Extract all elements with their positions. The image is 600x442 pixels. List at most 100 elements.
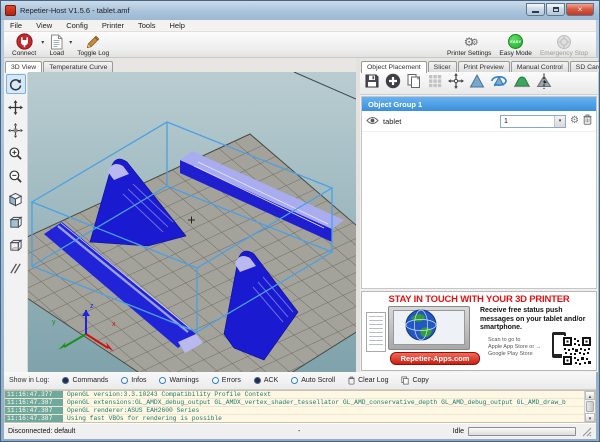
copy-log-button[interactable]: Copy — [401, 376, 428, 385]
connect-dropdown-icon[interactable]: ▾ — [41, 39, 44, 46]
menu-printer[interactable]: Printer — [102, 21, 124, 30]
menu-tools[interactable]: Tools — [138, 21, 156, 30]
delete-object-icon[interactable] — [583, 112, 592, 130]
main-area: 3D View Temperature Curve — [4, 58, 598, 372]
right-pane: Object Placement Slicer Print Preview Ma… — [360, 58, 598, 372]
parallel-projection-button[interactable] — [6, 258, 26, 278]
object-group-header[interactable]: Object Group 1 — [362, 97, 596, 111]
log-filter-autoscroll[interactable]: Auto Scroll — [291, 377, 335, 384]
object-list-panel: Object Group 1 tablet 1 ▾ ⚙ — [361, 96, 597, 289]
printer-settings-button[interactable]: ⚙⚙ Printer Settings — [443, 33, 495, 57]
ad-checklist-graphic — [366, 312, 386, 352]
zoom-in-button[interactable] — [6, 143, 26, 163]
resize-grip-icon[interactable] — [582, 427, 592, 437]
add-object-button[interactable] — [384, 72, 402, 95]
left-tab-strip: 3D View Temperature Curve — [4, 58, 356, 72]
menu-bar: File View Config Printer Tools Help — [4, 20, 596, 32]
tab-temperature-curve[interactable]: Temperature Curve — [43, 61, 113, 72]
move-object-button[interactable] — [6, 120, 26, 140]
object-row-tablet[interactable]: tablet 1 ▾ ⚙ — [362, 111, 596, 132]
left-pane: 3D View Temperature Curve — [4, 58, 356, 372]
log-timestamp: 11:16:47.387 — [5, 407, 63, 414]
printer-state-label: Idle — [453, 428, 464, 435]
load-dropdown-icon[interactable]: ▾ — [69, 39, 72, 46]
easy-mode-button[interactable]: EASY Easy Mode — [495, 33, 536, 57]
toggle-dot-icon — [159, 377, 166, 384]
log-toolbar: Show in Log: Commands Infos Warnings Err… — [4, 372, 596, 390]
ad-qr-code — [562, 336, 592, 371]
menu-config[interactable]: Config — [66, 21, 88, 30]
gears-icon: ⚙⚙ — [464, 34, 475, 49]
log-row: 11:16:47.387 OpenGL extensions:GL_AMDX_d… — [5, 399, 584, 407]
toggle-dot-icon — [212, 377, 219, 384]
object-settings-icon[interactable]: ⚙ — [570, 116, 579, 126]
toggle-log-button[interactable]: Toggle Log — [73, 33, 113, 57]
toggle-dot-icon — [62, 377, 69, 384]
status-bar: Disconnected: default - Idle — [4, 423, 596, 439]
window-title: Repetier-Host V1.5.6 - tablet.amf — [20, 6, 130, 15]
copies-value: 1 — [501, 118, 554, 125]
ad-link-button[interactable]: Repetier-Apps.com — [390, 352, 480, 365]
minimize-button[interactable] — [526, 3, 545, 16]
rotate-view-button[interactable] — [6, 74, 26, 94]
log-filter-warnings[interactable]: Warnings — [159, 377, 198, 384]
menu-file[interactable]: File — [10, 21, 22, 30]
scrollbar-thumb[interactable] — [586, 401, 594, 412]
trash-icon — [348, 376, 355, 385]
scale-object-button[interactable] — [468, 72, 486, 95]
connect-button[interactable]: Connect — [8, 33, 40, 57]
log-message: OpenGL renderer:ASUS EAH2600 Series — [63, 407, 584, 414]
tab-print-preview[interactable]: Print Preview — [458, 61, 510, 72]
log-area: 11:16:47.377 OpenGL version:3.3.10243 Co… — [4, 390, 596, 423]
log-filter-errors[interactable]: Errors — [212, 377, 241, 384]
log-filter-ack[interactable]: ACK — [254, 377, 278, 384]
drop-object-button[interactable] — [512, 72, 532, 95]
save-object-button[interactable] — [363, 72, 381, 95]
tab-sd-card[interactable]: SD Card — [570, 61, 600, 72]
rotate-object-button[interactable] — [489, 72, 509, 95]
show-in-log-label: Show in Log: — [9, 377, 49, 384]
maximize-button[interactable] — [546, 3, 565, 16]
close-icon: × — [578, 5, 583, 14]
cut-object-button[interactable] — [535, 72, 553, 95]
visibility-eye-icon[interactable] — [366, 112, 379, 130]
load-button[interactable]: Load — [45, 33, 68, 57]
log-scrollbar[interactable]: ▲ ▼ — [584, 391, 595, 422]
log-rows: 11:16:47.377 OpenGL version:3.3.10243 Co… — [5, 391, 584, 422]
center-object-button[interactable] — [447, 72, 465, 95]
object-toolbar — [360, 72, 598, 95]
toggle-dot-icon — [291, 377, 298, 384]
zoom-out-button[interactable] — [6, 166, 26, 186]
clear-log-button[interactable]: Clear Log — [348, 376, 388, 385]
close-button[interactable]: × — [566, 3, 594, 16]
log-row: 11:16:47.377 OpenGL version:3.3.10243 Co… — [5, 391, 584, 399]
top-view-button[interactable] — [6, 235, 26, 255]
tab-slicer[interactable]: Slicer — [428, 61, 457, 72]
ad-body-text: Receive free status push messages on you… — [480, 307, 594, 333]
dropdown-arrow-icon[interactable]: ▾ — [554, 116, 565, 127]
ad-banner[interactable]: STAY IN TOUCH WITH YOUR 3D PRINTER Repet… — [361, 291, 597, 371]
title-bar[interactable]: Repetier-Host V1.5.6 - tablet.amf × — [1, 1, 599, 20]
right-tab-strip: Object Placement Slicer Print Preview Ma… — [360, 58, 598, 72]
log-row: 11:16:47.387 OpenGL renderer:ASUS EAH260… — [5, 407, 584, 415]
isometric-view-button[interactable] — [6, 189, 26, 209]
log-filter-infos[interactable]: Infos — [121, 377, 146, 384]
object-list-empty-area — [362, 132, 596, 288]
main-toolbar: Connect ▾ Load ▾ Toggle Log ⚙⚙ Printer S… — [4, 32, 596, 58]
copy-object-button[interactable] — [405, 72, 423, 95]
3d-viewport[interactable]: y x z — [28, 72, 356, 372]
menu-help[interactable]: Help — [170, 21, 185, 30]
toggle-dot-icon — [254, 377, 261, 384]
tab-object-placement[interactable]: Object Placement — [361, 61, 427, 73]
scroll-down-icon[interactable]: ▼ — [585, 413, 595, 422]
log-filter-commands[interactable]: Commands — [62, 377, 108, 384]
tab-manual-control[interactable]: Manual Control — [511, 61, 569, 72]
axis-label-z: z — [90, 303, 94, 310]
copies-dropdown[interactable]: 1 ▾ — [500, 115, 566, 128]
ad-scan-text: Scan to go to Apple App Store or → Googl… — [488, 337, 550, 358]
front-view-button[interactable] — [6, 212, 26, 232]
scroll-up-icon[interactable]: ▲ — [585, 391, 595, 400]
menu-view[interactable]: View — [36, 21, 52, 30]
log-message: OpenGL extensions:GL_AMDX_debug_output G… — [63, 399, 584, 406]
move-view-button[interactable] — [6, 97, 26, 117]
